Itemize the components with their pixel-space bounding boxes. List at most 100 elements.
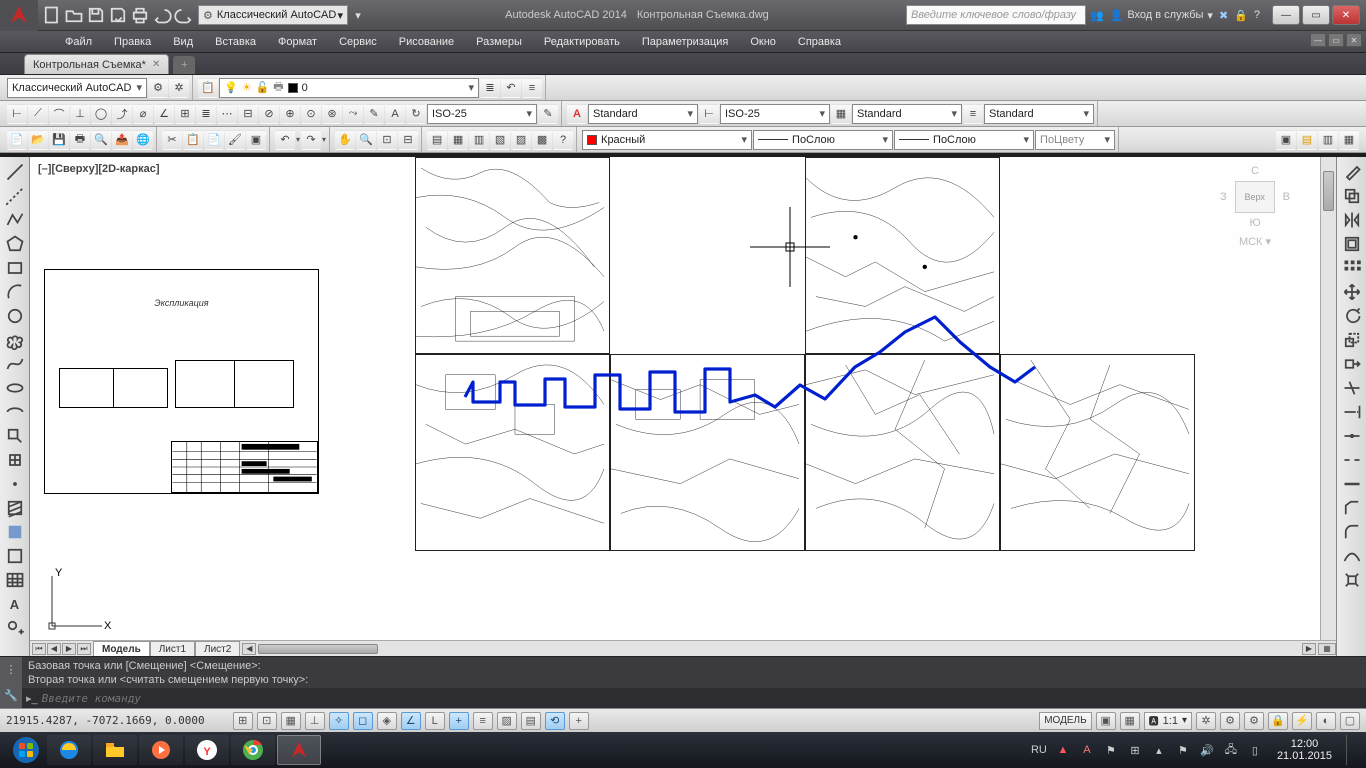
table-icon[interactable] (4, 569, 26, 591)
tab-prev-icon[interactable]: ◀ (47, 643, 61, 655)
tray-alert-icon[interactable]: ▲ (1055, 742, 1071, 758)
sheetset-icon[interactable]: ▧ (490, 130, 510, 150)
quickcalc-icon[interactable]: ▩ (532, 130, 552, 150)
workspace-settings-icon[interactable]: ⚙ (148, 78, 168, 98)
menu-parametric[interactable]: Параметризация (631, 31, 739, 52)
dim-edit-icon[interactable]: ✎ (364, 104, 384, 124)
menu-dimension[interactable]: Размеры (465, 31, 533, 52)
break-point-icon[interactable] (1341, 425, 1363, 447)
layout-quick-view-icon[interactable]: ▦ (1318, 643, 1336, 655)
taskbar-yandex-icon[interactable]: Y (185, 735, 229, 765)
ellipse-icon[interactable] (4, 377, 26, 399)
properties-icon[interactable]: ▤ (427, 130, 447, 150)
tray-volume-icon[interactable]: 🔊 (1199, 742, 1215, 758)
close-icon[interactable]: ✕ (152, 59, 160, 70)
rotate-icon[interactable] (1341, 305, 1363, 327)
mlstyle-icon[interactable]: ≡ (963, 104, 983, 124)
layer-combo[interactable]: 💡 ☀ 🔓 🖶 0 ▾ (219, 78, 479, 98)
lineweight-display-icon[interactable]: ≡ (473, 712, 493, 730)
show-desktop-button[interactable] (1346, 735, 1354, 765)
dim-arc-icon[interactable]: ⌒ (49, 104, 69, 124)
dim-linear-icon[interactable]: ⊢ (7, 104, 27, 124)
taskbar-autocad-icon[interactable] (277, 735, 321, 765)
break-icon[interactable] (1341, 449, 1363, 471)
taskbar-explorer-icon[interactable] (93, 735, 137, 765)
layer-previous-icon[interactable]: ↶ (501, 78, 521, 98)
plotstyle-combo[interactable]: ПоЦвету▾ (1035, 130, 1115, 150)
join-icon[interactable] (1341, 473, 1363, 495)
cmd-history-icon[interactable]: ⋮ (6, 663, 17, 676)
ellipse-arc-icon[interactable] (4, 401, 26, 423)
jogged-linear-icon[interactable]: ⤳ (343, 104, 363, 124)
dim-aligned-icon[interactable]: ⟋ (28, 104, 48, 124)
paste-icon[interactable]: 📄 (204, 130, 224, 150)
help-search-input[interactable]: Введите ключевое слово/фразу (906, 5, 1086, 25)
tab-first-icon[interactable]: ⏮ (32, 643, 46, 655)
qat-dropdown-icon[interactable]: ▾ (348, 5, 368, 25)
threedwf-icon[interactable]: 🌐 (133, 130, 153, 150)
materials-icon[interactable]: ▤ (1297, 130, 1317, 150)
make-block-icon[interactable] (4, 449, 26, 471)
insert-block-icon[interactable] (4, 425, 26, 447)
mleaderstyle-combo[interactable]: Standard▾ (984, 104, 1094, 124)
isolate-objects-icon[interactable]: ◐ (1316, 712, 1336, 730)
layout-tab-sheet2[interactable]: Лист2 (195, 641, 240, 657)
open-icon[interactable]: 📂 (28, 130, 48, 150)
dim-diameter-icon[interactable]: ⌀ (133, 104, 153, 124)
polyline-icon[interactable] (4, 209, 26, 231)
dimstyle-manager-icon[interactable]: ✎ (538, 104, 558, 124)
window-close-button[interactable]: ✕ (1332, 5, 1360, 25)
vertical-scrollbar[interactable] (1320, 157, 1336, 640)
viewport-label[interactable]: [–][Сверху][2D-каркас] (38, 163, 160, 175)
stayconnected-icon[interactable]: 🔒 (1234, 9, 1248, 22)
dim-jogged-icon[interactable]: ⤴ (112, 104, 132, 124)
mdi-minimize-button[interactable]: — (1310, 33, 1326, 47)
redo-icon[interactable]: ↷ (301, 130, 321, 150)
rectangle-icon[interactable] (4, 257, 26, 279)
scale-icon[interactable] (1341, 329, 1363, 351)
print-icon[interactable]: 🖶 (70, 130, 90, 150)
tray-chevron-up-icon[interactable]: ▴ (1151, 742, 1167, 758)
zoom-window-icon[interactable]: ⊡ (377, 130, 397, 150)
fillet-icon[interactable] (1341, 521, 1363, 543)
toolbar-lock-icon[interactable]: 🔒 (1268, 712, 1288, 730)
signin-button[interactable]: 👤 Вход в службы ▾ (1110, 9, 1213, 22)
window-maximize-button[interactable]: ▭ (1302, 5, 1330, 25)
copy-icon[interactable]: 📋 (183, 130, 203, 150)
qat-saveas-icon[interactable] (108, 5, 128, 25)
dyn-input-icon[interactable]: + (449, 712, 469, 730)
menu-insert[interactable]: Вставка (204, 31, 267, 52)
markup-icon[interactable]: ▨ (511, 130, 531, 150)
tray-tool-icon[interactable]: ⊞ (1127, 742, 1143, 758)
block-icon[interactable]: ▣ (246, 130, 266, 150)
dim-continue-icon[interactable]: ⋯ (217, 104, 237, 124)
mdi-restore-button[interactable]: ▭ (1328, 33, 1344, 47)
layout-tab-sheet1[interactable]: Лист1 (150, 641, 195, 657)
blend-icon[interactable] (1341, 545, 1363, 567)
region-icon[interactable] (4, 545, 26, 567)
tray-action-center-icon[interactable]: ⚑ (1175, 742, 1191, 758)
snap-mode-icon[interactable]: ⊡ (257, 712, 277, 730)
dim-break-icon[interactable]: ⊘ (259, 104, 279, 124)
window-minimize-button[interactable]: — (1272, 5, 1300, 25)
copy-obj-icon[interactable] (1341, 185, 1363, 207)
menu-window[interactable]: Окно (739, 31, 787, 52)
selection-cycling-icon[interactable]: ⟲ (545, 712, 565, 730)
designcenter-icon[interactable]: ▦ (448, 130, 468, 150)
osnap-icon[interactable]: ◻ (353, 712, 373, 730)
coordinate-readout[interactable]: 21915.4287, -7072.1669, 0.0000 (6, 714, 205, 727)
tab-last-icon[interactable]: ⏭ (77, 643, 91, 655)
anno-autoscale-icon[interactable]: ⚙ (1220, 712, 1240, 730)
cut-icon[interactable]: ✂ (162, 130, 182, 150)
toolpalettes-icon[interactable]: ▥ (469, 130, 489, 150)
polygon-icon[interactable] (4, 233, 26, 255)
stretch-icon[interactable] (1341, 353, 1363, 375)
render-icon[interactable]: ▣ (1276, 130, 1296, 150)
dim-quick-icon[interactable]: ⊞ (175, 104, 195, 124)
workspace-selector[interactable]: ⚙ Классический AutoCAD ▾ (198, 5, 348, 25)
cmd-config-icon[interactable]: 🔧 (4, 689, 18, 702)
tablestyle-icon[interactable]: ▦ (831, 104, 851, 124)
linetype-combo[interactable]: ПоСлою▾ (753, 130, 893, 150)
mirror-icon[interactable] (1341, 209, 1363, 231)
undo-icon[interactable]: ↶ (275, 130, 295, 150)
